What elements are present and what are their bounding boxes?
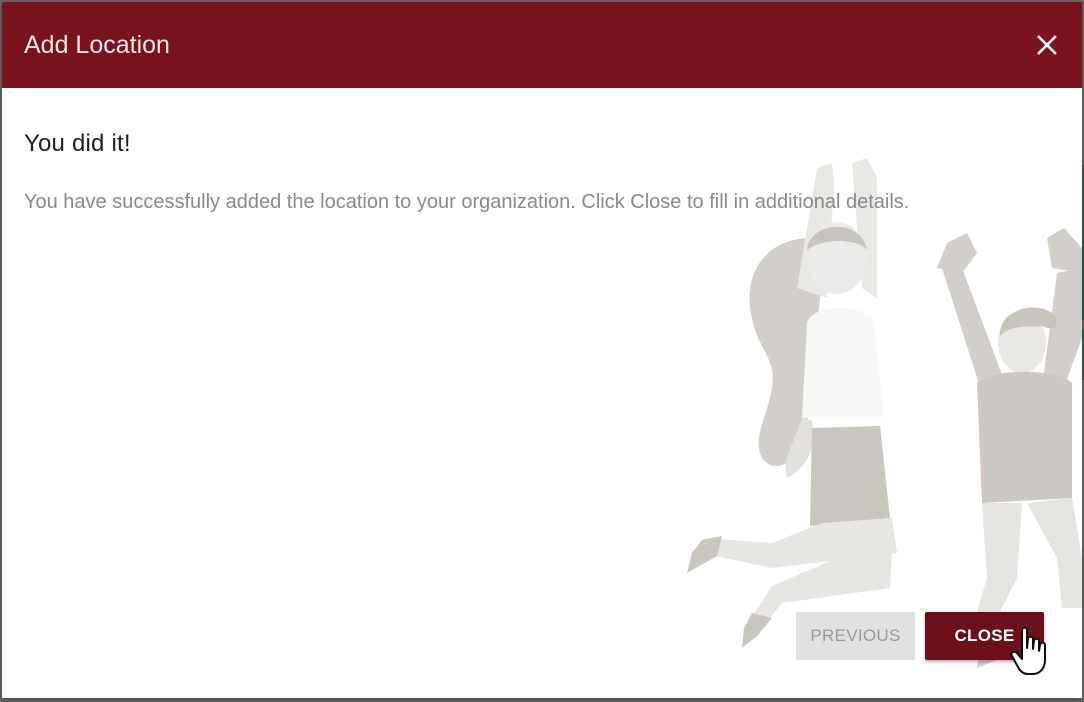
dialog-body: You did it! You have successfully added … — [2, 88, 1082, 698]
success-message: You have successfully added the location… — [24, 191, 910, 213]
close-icon[interactable] — [1030, 28, 1064, 62]
dialog-title: Add Location — [24, 31, 170, 59]
success-heading: You did it! — [24, 130, 131, 157]
add-location-dialog: Add Location You did it! You have succes… — [2, 2, 1082, 698]
previous-button[interactable]: PREVIOUS — [796, 612, 915, 660]
dialog-header: Add Location — [2, 2, 1082, 88]
close-button[interactable]: CLOSE — [925, 612, 1044, 660]
